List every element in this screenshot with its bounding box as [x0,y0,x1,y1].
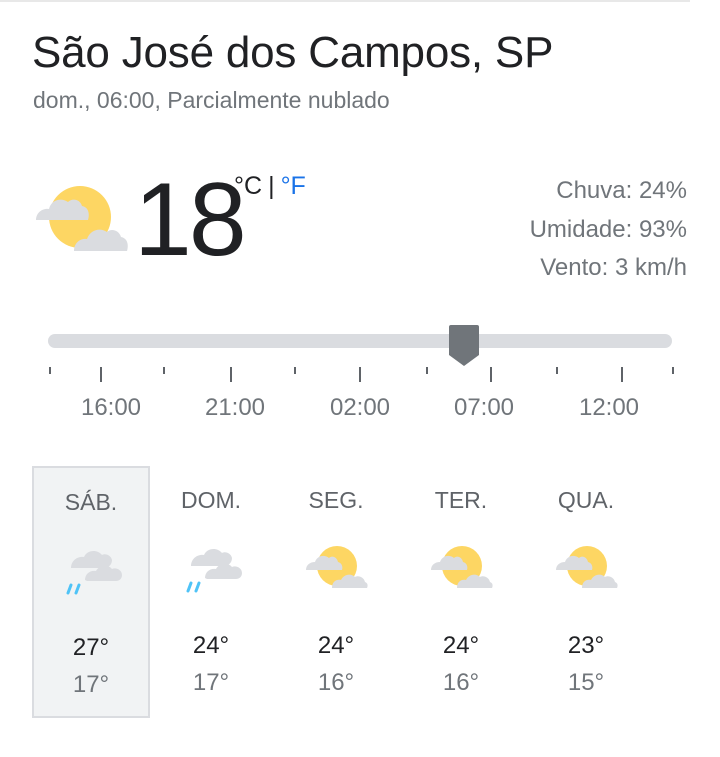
low-temperature: 17° [192,669,230,696]
day-name: QUA. [557,487,615,513]
slider-tick [49,367,51,374]
slider-tick [621,367,623,382]
unit-fahrenheit-link[interactable]: °F [281,172,306,200]
unit-separator: | [268,172,275,200]
partly-cloudy-icon [306,546,368,588]
slider-tick [556,367,558,374]
location-title: São José dos Campos, SP [32,28,554,77]
forecast-day-sat[interactable]: SÁB. 27° 17° [32,466,150,718]
slider-tick [230,367,232,382]
slider-tick [490,367,492,382]
precipitation-detail: Chuva: 24% [556,177,687,204]
high-temperature: 23° [567,632,605,659]
forecast-day-sun[interactable]: DOM. 24° 17° [152,466,270,718]
time-label: 07:00 [453,394,515,421]
time-label: 21:00 [204,394,266,421]
weather-subtitle: dom., 06:00, Parcialmente nublado [33,87,390,113]
rain-cloud-icon [66,551,122,595]
time-label: 02:00 [329,394,391,421]
forecast-day-tue[interactable]: TER. 24° 16° [402,466,520,718]
humidity-detail: Umidade: 93% [529,215,687,243]
high-temperature: 24° [317,632,355,659]
time-slider[interactable]: 16:00 21:00 02:00 07:00 12:00 [46,320,674,430]
weather-details: Chuva: 24% Umidade: 93% Vento: 3 km/h [530,172,687,288]
day-name: TER. [434,487,488,513]
partly-cloudy-icon [431,546,493,588]
wind-detail: Vento: 3 km/h [540,254,687,281]
low-temperature: 17° [72,671,110,698]
slider-tick [672,367,674,374]
top-divider [0,0,690,2]
slider-thumb[interactable] [447,323,481,367]
time-label: 12:00 [578,394,640,421]
low-temperature: 16° [317,669,355,696]
current-temperature: 18 [134,162,247,278]
slider-tick [294,367,296,374]
day-name: DOM. [180,487,242,513]
time-label: 16:00 [80,394,142,421]
forecast-day-wed[interactable]: QUA. 23° 15° [527,466,645,718]
low-temperature: 16° [442,669,480,696]
slider-tick [100,367,102,382]
forecast-day-mon[interactable]: SEG. 24° 16° [277,466,395,718]
partly-cloudy-icon [36,186,128,251]
high-temperature: 27° [72,634,110,661]
rain-cloud-icon [186,549,242,593]
unit-switcher: °C | °F [234,172,306,201]
day-name: SEG. [308,487,364,513]
high-temperature: 24° [192,632,230,659]
slider-tick [426,367,428,374]
unit-celsius[interactable]: °C [234,172,262,200]
slider-track[interactable] [48,334,672,348]
partly-cloudy-icon [556,546,618,588]
high-temperature: 24° [442,632,480,659]
slider-tick [359,367,361,382]
slider-tick [163,367,165,374]
low-temperature: 15° [567,669,605,696]
day-name: SÁB. [64,489,118,515]
